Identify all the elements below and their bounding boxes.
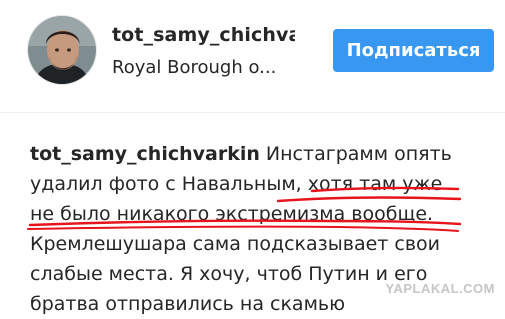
caption-line-2: удалил фото с Навальным, хотя там уже	[30, 173, 443, 195]
avatar[interactable]	[28, 16, 96, 84]
header-divider	[0, 112, 505, 113]
profile-username[interactable]: tot_samy_chichvar	[112, 24, 295, 46]
post-location[interactable]: Royal Borough o...	[112, 57, 302, 78]
caption-line-1: tot_samy_chichvarkin Инстаграмм опять	[30, 139, 490, 169]
profile-photo-icon	[28, 16, 96, 84]
post-header: tot_samy_chichvar Royal Borough o... Под…	[0, 0, 505, 112]
follow-button[interactable]: Подписаться	[333, 29, 494, 72]
caption-line-4: Кремлешушара сама подсказывает свои	[30, 233, 441, 255]
caption-line-3: не было никакого экстремизма вообще.	[30, 203, 434, 225]
caption-text-start: Инстаграмм опять	[259, 143, 452, 165]
caption-username[interactable]: tot_samy_chichvarkin	[30, 143, 260, 165]
watermark: YAPLAKAL.COM	[385, 281, 495, 296]
